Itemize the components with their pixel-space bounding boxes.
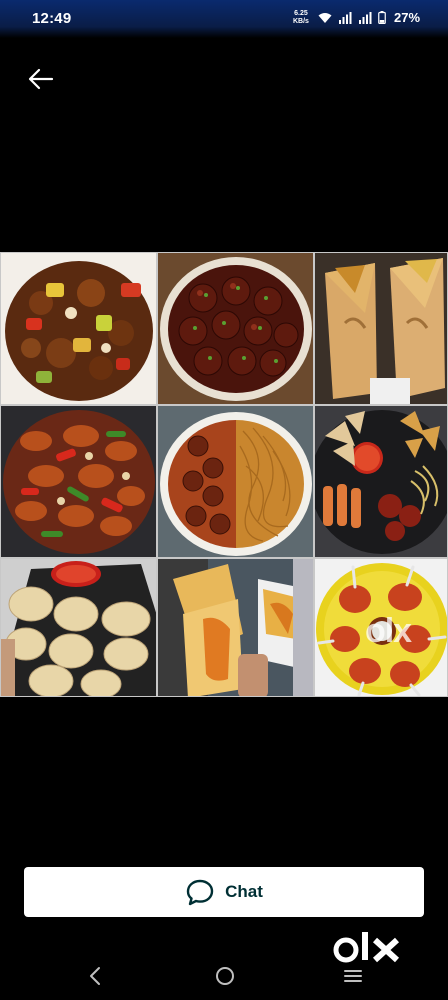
food-photo-snack-platter	[314, 405, 448, 558]
food-photo-momos	[0, 558, 157, 697]
nav-recents-button[interactable]	[342, 967, 364, 990]
battery-icon	[378, 11, 386, 24]
food-photo-chilli-chicken	[0, 405, 157, 558]
network-speed: 6.25 KB/s	[293, 10, 309, 26]
status-time: 12:49	[32, 10, 72, 27]
food-photo-chilli-mushroom	[0, 252, 157, 405]
food-photo-spring-rolls	[314, 252, 448, 405]
battery-percentage: 27%	[394, 10, 421, 25]
nav-home-button[interactable]	[214, 965, 236, 992]
nav-back-button[interactable]	[86, 965, 104, 992]
signal-icon-2	[359, 11, 372, 24]
chat-button[interactable]: Chat	[24, 867, 424, 917]
food-photo-manchurian-noodles	[157, 405, 314, 558]
back-arrow-icon	[28, 68, 54, 90]
network-speed-value: 6.25	[294, 10, 308, 17]
food-photo-egg-rolls	[157, 558, 314, 697]
wifi-icon	[318, 12, 332, 23]
network-speed-unit: KB/s	[293, 18, 309, 25]
food-photo-chicken-lollipop: olx	[314, 558, 448, 697]
food-photo-manchurian-balls	[157, 252, 314, 405]
navigation-bar	[0, 956, 448, 1000]
nav-back-icon	[90, 967, 100, 985]
image-watermark: olx	[364, 611, 412, 650]
status-bar: 12:49 6.25 KB/s 27%	[0, 0, 448, 38]
status-icons: 27%	[318, 10, 420, 25]
chat-label: Chat	[225, 882, 263, 901]
back-button[interactable]	[26, 64, 56, 94]
chat-bubble-icon	[186, 879, 214, 906]
signal-icon	[339, 11, 352, 24]
listing-image[interactable]: olx	[0, 252, 448, 697]
nav-recents-icon	[344, 970, 362, 982]
nav-home-icon	[216, 967, 234, 985]
